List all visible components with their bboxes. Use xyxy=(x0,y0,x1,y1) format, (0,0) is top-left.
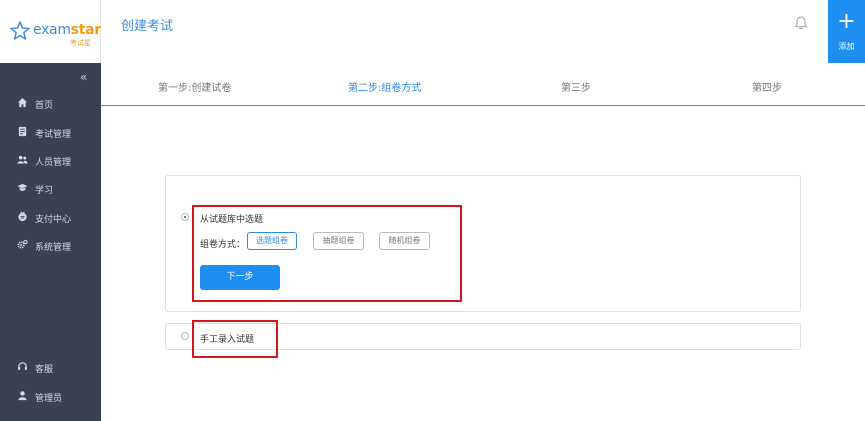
sidebar-item-admin[interactable]: 管理员 xyxy=(0,387,101,407)
page-title: 创建考试 xyxy=(121,19,174,34)
file-icon xyxy=(18,126,27,137)
step-bar: 第一步:创建试卷 第二步:组卷方式 第三步 第四步 xyxy=(101,63,865,106)
plus-icon: + xyxy=(837,9,856,34)
question-bank-radio[interactable] xyxy=(181,213,189,221)
sidebar-item-exam-management[interactable]: 考试管理 xyxy=(0,123,101,143)
sidebar-item-label: 支付中心 xyxy=(35,215,72,225)
graduation-cap-icon xyxy=(17,183,28,191)
sidebar-item-label: 考试管理 xyxy=(35,130,72,140)
gears-icon xyxy=(17,239,28,249)
step-1[interactable]: 第一步:创建试卷 xyxy=(158,79,231,94)
user-icon xyxy=(18,391,27,401)
brand-name: examstar xyxy=(33,22,101,38)
add-button-label: 添加 xyxy=(838,42,855,51)
question-bank-option-label: 从试题库中选题 xyxy=(200,215,264,225)
sidebar-item-home[interactable]: 首页 xyxy=(0,94,101,114)
bell-icon[interactable] xyxy=(793,15,809,31)
next-step-button[interactable]: 下一步 xyxy=(200,265,280,290)
sidebar-item-label: 客服 xyxy=(35,365,54,375)
manual-entry-radio[interactable] xyxy=(181,332,189,340)
sidebar-item-payment-center[interactable]: 支付中心 xyxy=(0,208,101,228)
star-logo-icon xyxy=(10,21,30,40)
payment-icon xyxy=(18,211,27,222)
add-button[interactable]: + 添加 xyxy=(828,0,865,63)
step-2[interactable]: 第二步:组卷方式 xyxy=(348,79,421,94)
sidebar-item-label: 首页 xyxy=(35,101,54,111)
manual-entry-option-card xyxy=(165,323,801,350)
composition-mode-label: 组卷方式： xyxy=(200,240,246,250)
collapse-sidebar-button[interactable]: « xyxy=(80,70,87,84)
brand-subtitle: 考试星 xyxy=(70,39,91,47)
sidebar-item-learning[interactable]: 学习 xyxy=(0,179,101,199)
sidebar-item-label: 人员管理 xyxy=(35,158,72,168)
sidebar: examstar 考试星 « 首页 考试管理 人员管理 学习 支付中心 系统管理… xyxy=(0,0,101,421)
sidebar-item-customer-service[interactable]: 客服 xyxy=(0,358,101,378)
headset-icon xyxy=(18,362,27,370)
mode-extract-button[interactable]: 抽题组卷 xyxy=(313,232,364,250)
sidebar-item-user-management[interactable]: 人员管理 xyxy=(0,151,101,171)
users-icon xyxy=(17,155,28,164)
sidebar-item-system-management[interactable]: 系统管理 xyxy=(0,236,101,256)
sidebar-item-label: 学习 xyxy=(35,186,54,196)
header: 创建考试 + 添加 xyxy=(101,0,865,63)
logo[interactable]: examstar 考试星 xyxy=(0,0,101,63)
sidebar-item-label: 系统管理 xyxy=(35,243,72,253)
manual-entry-option-label: 手工录入试题 xyxy=(200,335,255,345)
mode-random-button[interactable]: 随机组卷 xyxy=(379,232,430,250)
mode-select-button[interactable]: 选题组卷 xyxy=(247,232,297,250)
step-3[interactable]: 第三步 xyxy=(561,79,591,94)
step-4[interactable]: 第四步 xyxy=(752,79,782,94)
home-icon xyxy=(17,97,28,108)
sidebar-item-label: 管理员 xyxy=(35,394,63,404)
